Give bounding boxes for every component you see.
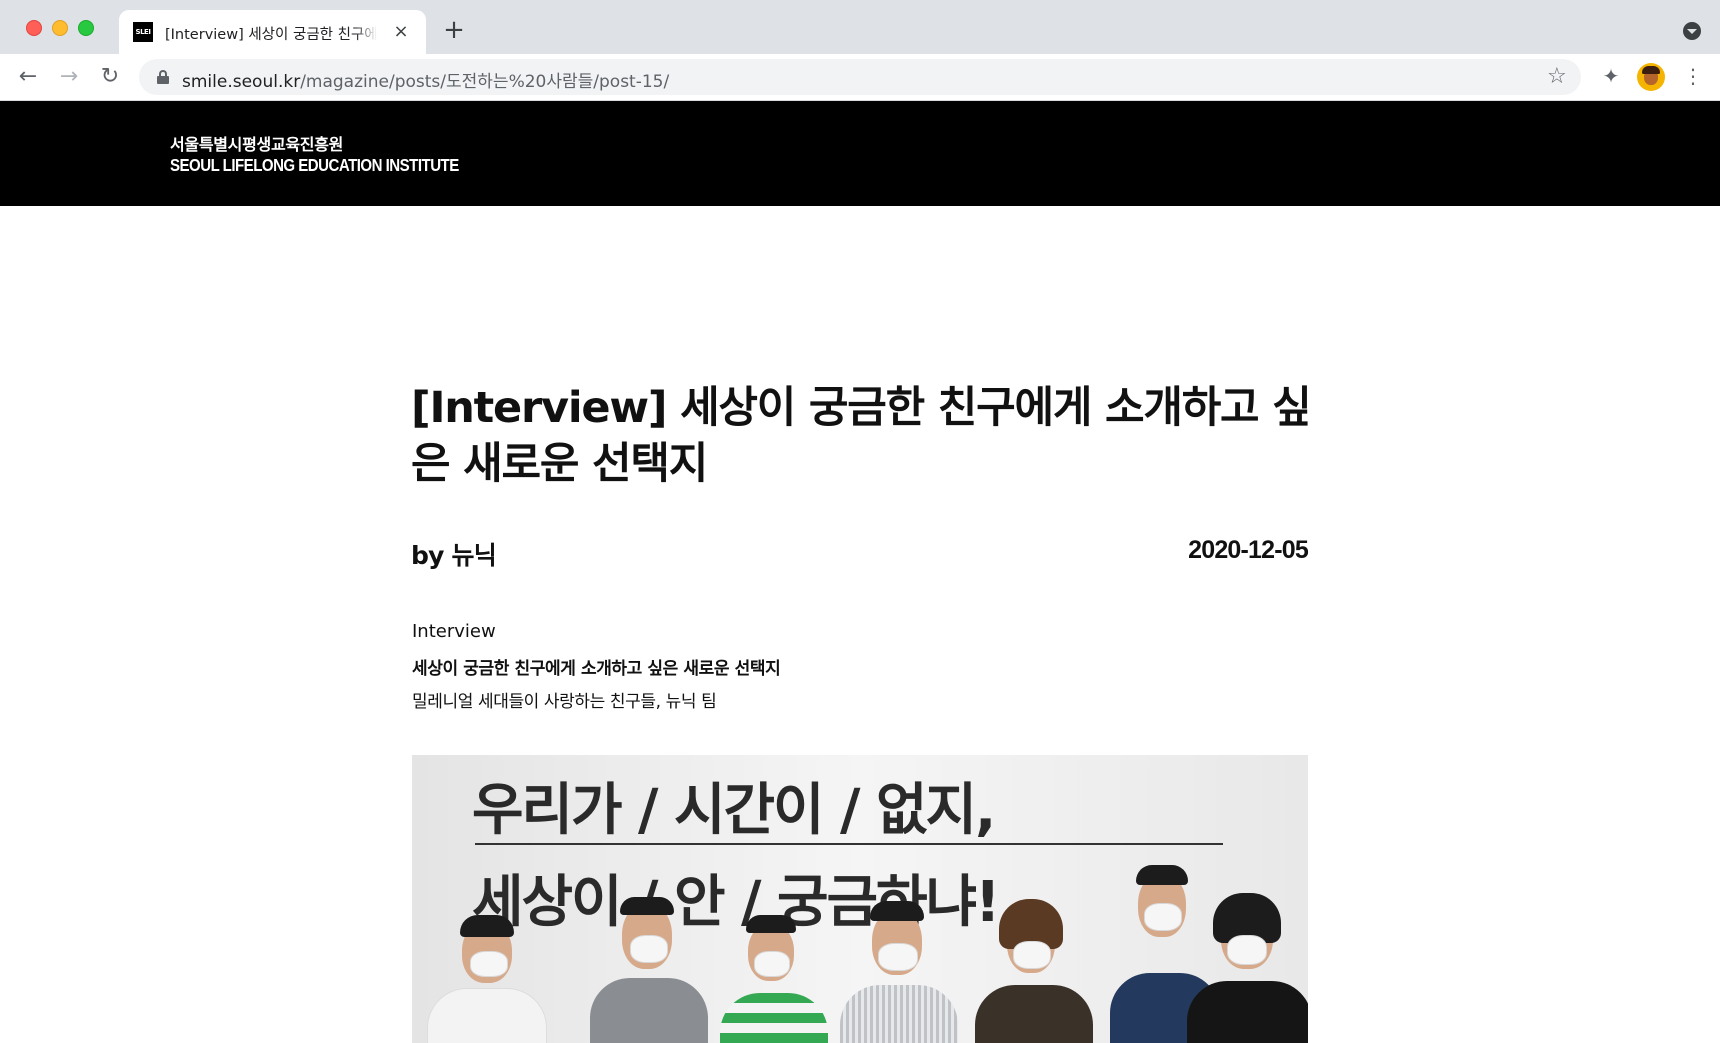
photo-person: [712, 893, 832, 1043]
window-minimize-button[interactable]: [52, 20, 68, 36]
photo-person: [967, 873, 1097, 1043]
post-title: [Interview] 세상이 궁금한 친구에게 소개하고 싶은 새로운 선택지: [411, 383, 1312, 489]
browser-toolbar: ← → ↻ smile.seoul.kr/magazine/posts/도전하는…: [0, 54, 1720, 101]
brand-logo-korean[interactable]: 서울특별시평생교육진흥원: [170, 131, 343, 155]
site-header: 서울특별시평생교육진흥원 SEOUL LIFELONG EDUCATION IN…: [0, 101, 1720, 206]
photo-person: [582, 863, 712, 1043]
post-author: by 뉴닉: [411, 541, 497, 570]
url-path: /magazine/posts/도전하는%20사람들/post-15/: [300, 72, 670, 92]
post-category: Interview: [412, 621, 496, 642]
reload-icon[interactable]: ↻: [96, 64, 124, 92]
bookmark-star-icon[interactable]: ☆: [1547, 63, 1567, 91]
forward-arrow-icon[interactable]: →: [55, 64, 83, 92]
window-zoom-button[interactable]: [78, 20, 94, 36]
brand-logo-english[interactable]: SEOUL LIFELONG EDUCATION INSTITUTE: [170, 155, 459, 176]
tab-close-icon[interactable]: ×: [391, 22, 411, 42]
profile-avatar[interactable]: [1637, 63, 1665, 91]
back-arrow-icon[interactable]: ←: [14, 64, 42, 92]
post-subtitle: 밀레니얼 세대들이 사랑하는 친구들, 뉴닉 팀: [412, 692, 717, 712]
browser-menu-icon[interactable]: ⋮: [1683, 63, 1703, 89]
photo-person: [1177, 863, 1308, 1043]
url-host: smile.seoul.kr: [182, 72, 301, 92]
browser-tab-active[interactable]: SLEI [Interview] 세상이 궁금한 친구에게 소개하고 싶은 새로…: [119, 10, 426, 54]
photo-person: [832, 873, 962, 1043]
tab-search-icon[interactable]: [1683, 22, 1701, 40]
post-date: 2020-12-05: [1188, 536, 1309, 564]
photo-person: [422, 893, 552, 1043]
lock-icon[interactable]: [157, 70, 169, 84]
window-close-button[interactable]: [26, 20, 42, 36]
site-favicon-icon: SLEI: [133, 22, 153, 42]
url-text[interactable]: smile.seoul.kr/magazine/posts/도전하는%20사람들…: [182, 67, 669, 92]
post-headline: 세상이 궁금한 친구에게 소개하고 싶은 새로운 선택지: [412, 659, 781, 679]
new-tab-button[interactable]: +: [440, 17, 468, 45]
photo-slogan-line1: 우리가 / 시간이 / 없지,: [472, 778, 996, 843]
extensions-puzzle-icon[interactable]: ✦: [1598, 63, 1624, 89]
address-bar[interactable]: smile.seoul.kr/magazine/posts/도전하는%20사람들…: [139, 59, 1581, 95]
team-photo: 우리가 / 시간이 / 없지, 세상이 / 안 / 궁금하냐!: [412, 755, 1308, 1043]
browser-tab-strip: SLEI [Interview] 세상이 궁금한 친구에게 소개하고 싶은 새로…: [0, 0, 1720, 54]
tab-title: [Interview] 세상이 궁금한 친구에게 소개하고 싶은 새로운 선택지: [165, 23, 377, 44]
